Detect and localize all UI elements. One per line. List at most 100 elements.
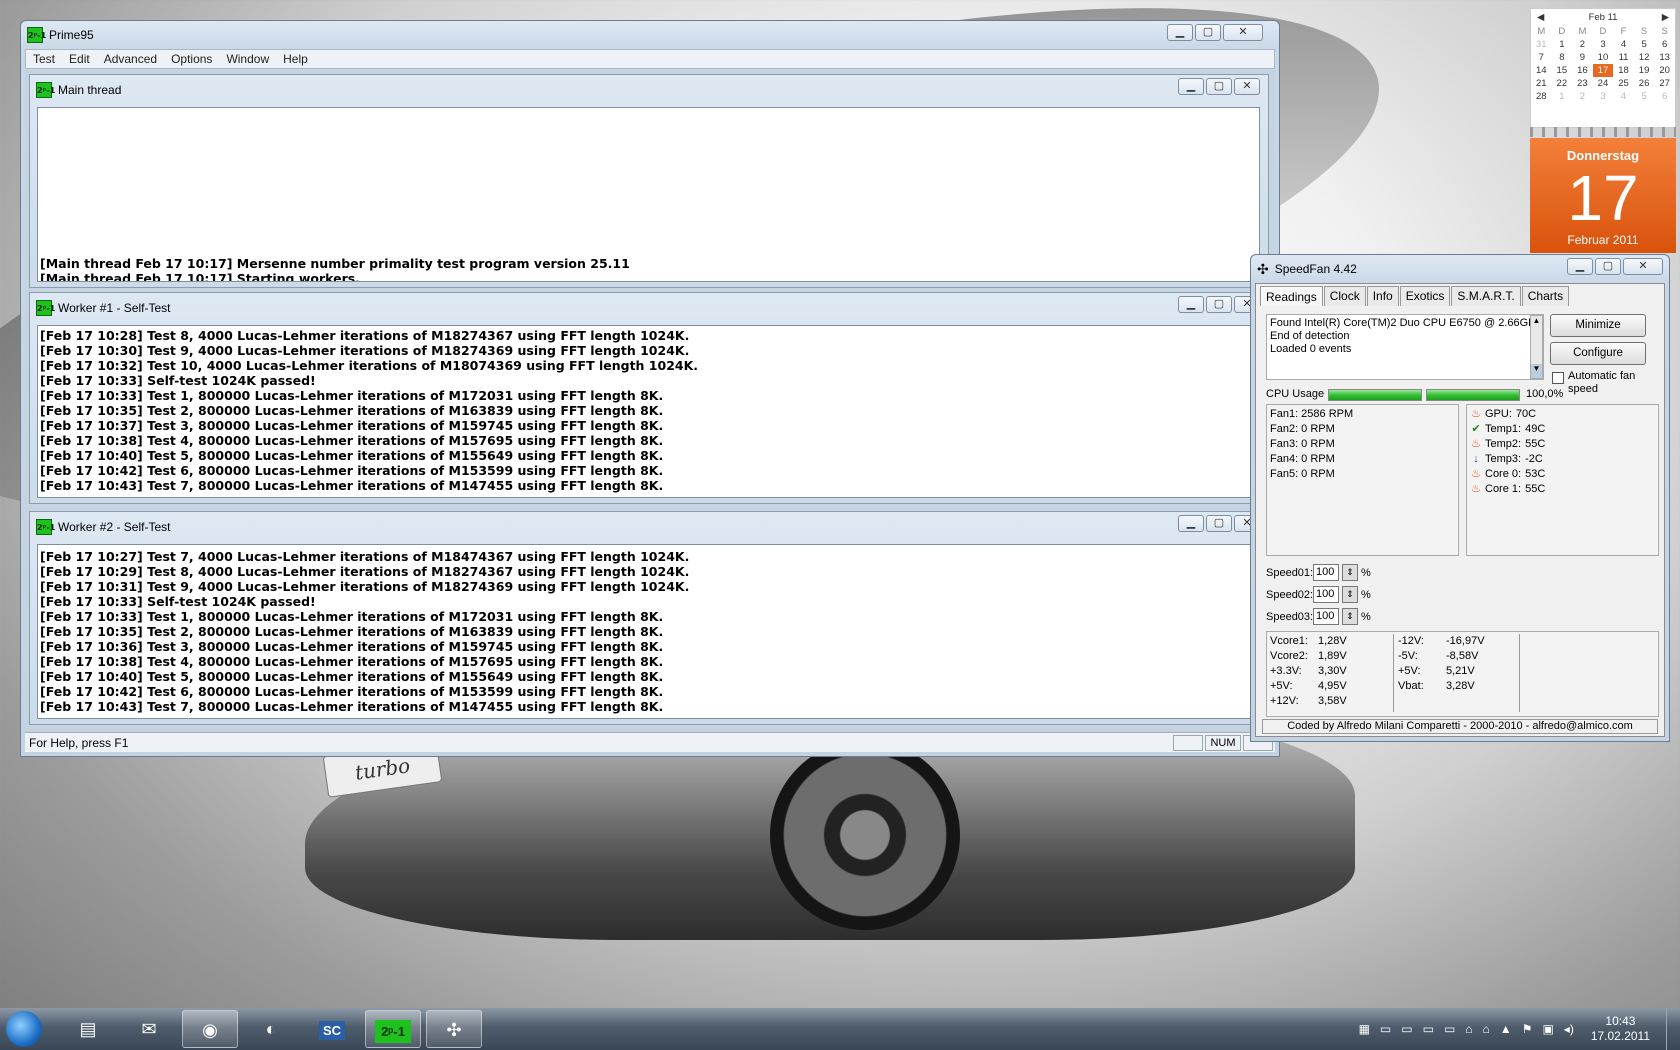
calendar-day[interactable]: 3 [1593,38,1614,51]
next-month-icon[interactable]: ▶ [1662,12,1669,23]
calendar-day[interactable]: 25 [1613,77,1634,90]
menu-test[interactable]: Test [26,52,62,66]
child-minimize-button[interactable]: ▁ [1178,78,1204,95]
calendar-day[interactable]: 24 [1593,77,1614,90]
calendar-day[interactable]: 11 [1613,51,1634,64]
calendar-day[interactable]: 1 [1552,90,1573,103]
main-thread-titlebar[interactable]: 2ᵖ-1 Main thread [30,75,1268,105]
volume-icon[interactable]: ◂) [1564,1022,1574,1036]
calendar-day[interactable]: 28 [1531,90,1552,103]
menu-help[interactable]: Help [276,52,315,66]
tab-exotics[interactable]: Exotics [1399,286,1451,306]
calendar-day[interactable]: 14 [1531,64,1552,77]
calendar-day[interactable]: 9 [1572,51,1593,64]
calendar-day[interactable]: 23 [1572,77,1593,90]
close-button[interactable]: ✕ [1223,24,1263,41]
tab-smart[interactable]: S.M.A.R.T. [1451,286,1521,306]
prev-month-icon[interactable]: ◀ [1537,12,1544,23]
child-maximize-button[interactable]: ▢ [1206,515,1232,532]
show-desktop-button[interactable] [1666,1008,1680,1050]
calendar-day[interactable]: 26 [1634,77,1655,90]
child-minimize-button[interactable]: ▁ [1178,296,1204,313]
tray-drive-icon[interactable]: ▭ [1423,1022,1434,1036]
tray-drive-icon[interactable]: ▭ [1444,1022,1455,1036]
tab-readings[interactable]: Readings [1260,286,1323,306]
start-button[interactable] [6,1011,42,1047]
calendar-day[interactable]: 2 [1572,38,1593,51]
child-maximize-button[interactable]: ▢ [1206,78,1232,95]
taskbar-thunderbird-button[interactable]: ✉ [121,1010,177,1048]
calendar-day[interactable]: 22 [1552,77,1573,90]
speed-spinner-icon[interactable]: ⇕ [1342,586,1358,603]
speed-input[interactable]: 100 [1313,586,1339,603]
sf-minimize-button[interactable]: ▁ [1567,258,1593,275]
calendar-day[interactable]: 8 [1552,51,1573,64]
menu-options[interactable]: Options [164,52,219,66]
network-icon[interactable]: ▣ [1542,1022,1553,1036]
scroll-up-icon[interactable]: ▲ [1531,316,1542,325]
sf-maximize-button[interactable]: ▢ [1595,258,1621,275]
calendar-day[interactable]: 31 [1531,38,1552,51]
maximize-button[interactable]: ▢ [1195,24,1221,41]
taskbar-firefox-button[interactable]: ◉ [182,1010,238,1048]
child-close-button[interactable]: ✕ [1234,78,1260,95]
calendar-day[interactable]: 4 [1613,38,1634,51]
tray-drive-icon[interactable]: ▭ [1401,1022,1412,1036]
worker2-log[interactable]: [Feb 17 10:27] Test 7, 4000 Lucas-Lehmer… [37,544,1260,719]
calendar-day[interactable]: 12 [1634,51,1655,64]
tab-clock[interactable]: Clock [1323,286,1366,306]
tab-charts[interactable]: Charts [1521,286,1570,306]
event-log[interactable]: Found Intel(R) Core(TM)2 Duo CPU E6750 @… [1266,314,1544,380]
calendar-day[interactable]: 16 [1572,64,1593,77]
taskbar-speedfan-button[interactable]: ✣ [426,1010,482,1048]
calendar-day[interactable]: 2 [1572,90,1593,103]
menu-edit[interactable]: Edit [62,52,97,66]
calendar-day[interactable]: 4 [1613,90,1634,103]
worker1-titlebar[interactable]: 2ᵖ-1 Worker #1 - Self-Test [30,293,1268,323]
taskbar-prime95-button[interactable]: 2ᵖ-1 [365,1010,421,1048]
calendar-day[interactable]: 6 [1654,38,1675,51]
speed-spinner-icon[interactable]: ⇕ [1342,608,1358,625]
calendar-day[interactable]: 17 [1592,64,1614,77]
calendar-day[interactable]: 13 [1654,51,1675,64]
calendar-day[interactable]: 19 [1634,64,1655,77]
calendar-day[interactable]: 7 [1531,51,1552,64]
main-thread-log[interactable]: [Main thread Feb 17 10:17] Mersenne numb… [37,107,1260,282]
worker2-titlebar[interactable]: 2ᵖ-1 Worker #2 - Self-Test [30,512,1268,542]
scroll-down-icon[interactable]: ▼ [1531,364,1542,378]
speed-input[interactable]: 100 [1313,564,1339,581]
child-minimize-button[interactable]: ▁ [1178,515,1204,532]
minimize-button[interactable]: Minimize [1550,314,1646,337]
action-center-flag-icon[interactable]: ⚑ [1522,1022,1533,1036]
event-log-scrollbar[interactable]: ▲ ▼ [1530,315,1543,379]
calendar-day[interactable]: 5 [1634,38,1655,51]
sf-close-button[interactable]: ✕ [1623,258,1663,275]
calendar-day[interactable]: 15 [1552,64,1573,77]
worker1-log[interactable]: [Feb 17 10:28] Test 8, 4000 Lucas-Lehmer… [37,325,1260,498]
tray-network-icon[interactable]: ⌂ [1483,1022,1490,1036]
calendar-day[interactable]: 20 [1654,64,1675,77]
taskbar-explorer-button[interactable]: ▤ [60,1010,116,1048]
calendar-day[interactable]: 6 [1654,90,1675,103]
menu-advanced[interactable]: Advanced [97,52,164,66]
calendar-day[interactable]: 1 [1552,38,1573,51]
tray-expand-icon[interactable]: ▲ [1500,1022,1512,1036]
speed-input[interactable]: 100 [1313,608,1339,625]
minimize-button[interactable]: ▁ [1167,24,1193,41]
menu-window[interactable]: Window [219,52,276,66]
tray-clock[interactable]: 10:43 17.02.2011 [1591,1014,1650,1044]
speed-spinner-icon[interactable]: ⇕ [1342,564,1358,581]
calendar-day[interactable]: 18 [1613,64,1634,77]
calendar-day[interactable]: 21 [1531,77,1552,90]
auto-fan-checkbox[interactable] [1552,372,1564,384]
tray-app-icon[interactable]: ▦ [1359,1022,1370,1036]
taskbar-sc-button[interactable]: SC [304,1010,360,1048]
tab-info[interactable]: Info [1366,286,1399,306]
calendar-day[interactable]: 27 [1654,77,1675,90]
prime95-titlebar[interactable]: 2ᵖ-1 Prime95 [21,21,1279,49]
configure-button[interactable]: Configure [1550,342,1646,365]
child-maximize-button[interactable]: ▢ [1206,296,1232,313]
calendar-day[interactable]: 10 [1593,51,1614,64]
calendar-day[interactable]: 5 [1634,90,1655,103]
taskbar-ccleaner-button[interactable]: ◐ [243,1010,299,1048]
